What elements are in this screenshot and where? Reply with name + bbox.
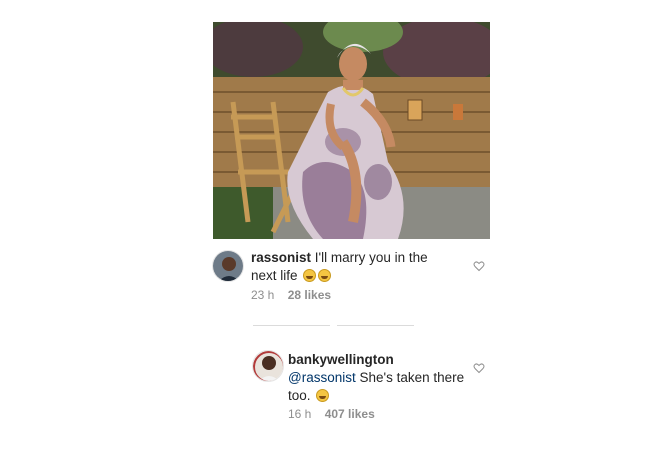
- avatar[interactable]: [212, 250, 244, 282]
- comment-text: rassonist I'll marry you in the next lif…: [251, 249, 451, 285]
- comment-likes[interactable]: 407 likes: [325, 407, 375, 421]
- avatar-image: [253, 351, 283, 381]
- comment-text: bankywellington @rassonist She's taken t…: [288, 351, 488, 405]
- avatar[interactable]: [252, 350, 284, 382]
- comment-time: 16 h: [288, 407, 312, 421]
- grimacing-face-icon: [318, 269, 332, 282]
- comment-mention[interactable]: @rassonist: [288, 370, 356, 385]
- heart-icon[interactable]: [473, 362, 485, 374]
- avatar-image: [213, 251, 243, 281]
- comment-meta: 23 h 28 likes: [251, 288, 331, 302]
- post-photo-illustration: [213, 22, 490, 239]
- post-photo[interactable]: [213, 22, 490, 239]
- instagram-comments-screenshot: rassonist I'll marry you in the next lif…: [0, 0, 665, 463]
- reply-divider: [253, 325, 330, 326]
- comment-likes[interactable]: 28 likes: [288, 288, 331, 302]
- comment-username[interactable]: rassonist: [251, 250, 311, 265]
- smirking-face-icon: [316, 389, 330, 402]
- comment-username[interactable]: bankywellington: [288, 352, 394, 367]
- comment-meta: 16 h 407 likes: [288, 407, 375, 421]
- reply-divider: [337, 325, 414, 326]
- heart-icon[interactable]: [473, 260, 485, 272]
- grimacing-face-icon: [303, 269, 317, 282]
- comment-time: 23 h: [251, 288, 275, 302]
